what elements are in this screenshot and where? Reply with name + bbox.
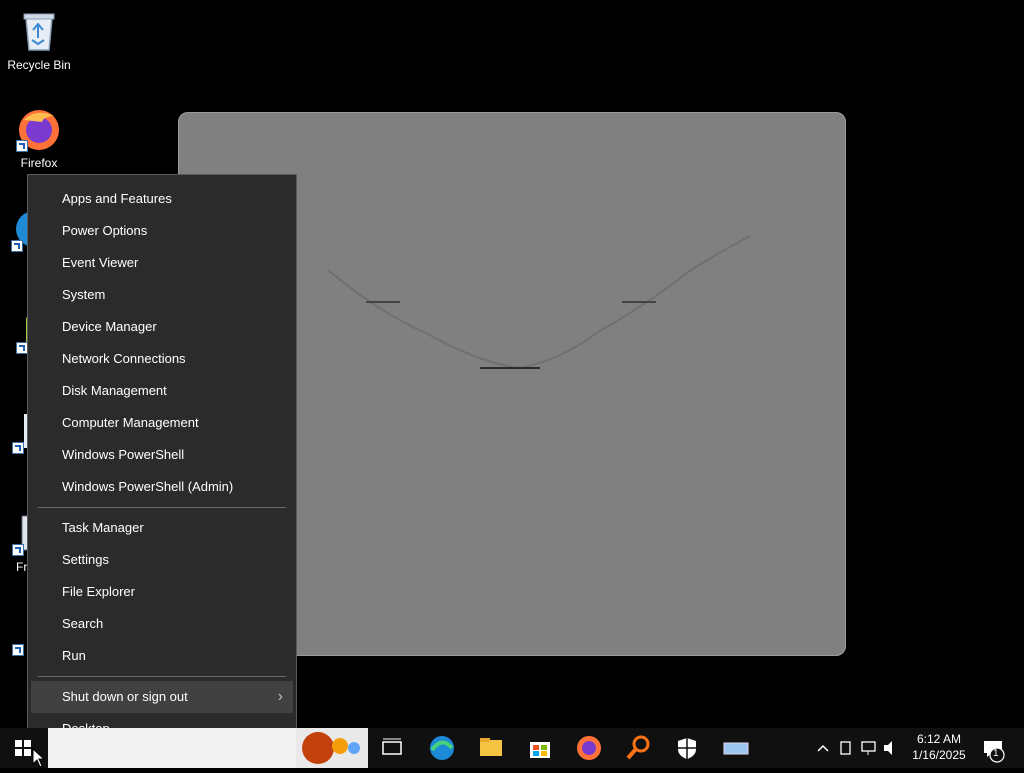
shortcut-arrow-icon [16,140,28,152]
mouse-cursor-icon [32,748,46,768]
shortcut-arrow-icon [11,240,23,252]
firefox-icon[interactable] [565,728,613,768]
notification-count-badge: 1 [993,748,999,759]
shortcut-arrow-icon [12,544,24,556]
menu-item-power-options[interactable]: Power Options [28,215,296,247]
security-shield-icon[interactable] [663,728,711,768]
magnifier-search-icon[interactable] [614,728,662,768]
file-explorer-icon[interactable] [467,728,515,768]
shortcut-arrow-icon [12,644,24,656]
menu-separator [38,676,286,677]
menu-item-task-manager[interactable]: Task Manager [28,512,296,544]
menu-item-run[interactable]: Run [28,640,296,672]
menu-item-powershell-admin[interactable]: Windows PowerShell (Admin) [28,471,296,503]
volume-icon [884,741,892,755]
search-highlight-icon[interactable] [296,728,368,768]
notification-center-button[interactable]: 1 [976,728,1024,768]
menu-item-disk-management[interactable]: Disk Management [28,375,296,407]
menu-item-apps-features[interactable]: Apps and Features [28,183,296,215]
menu-item-device-manager[interactable]: Device Manager [28,311,296,343]
network-icon [861,741,876,752]
system-tray [810,728,900,768]
taskbar-clock[interactable]: 6:12 AM 1/16/2025 [900,728,978,768]
desktop-icon-label: Firefox [20,156,58,170]
firefox-icon [16,106,62,152]
menu-item-shutdown[interactable]: Shut down or sign out › [31,681,293,713]
chevron-up-icon [817,744,829,752]
shortcut-arrow-icon [12,442,24,454]
menu-item-shutdown-label: Shut down or sign out [62,689,188,704]
menu-item-powershell[interactable]: Windows PowerShell [28,439,296,471]
menu-item-search[interactable]: Search [28,608,296,640]
menu-item-settings[interactable]: Settings [28,544,296,576]
notification-icon [984,741,1005,763]
keyboard-icon[interactable] [712,728,760,768]
menu-item-event-viewer[interactable]: Event Viewer [28,247,296,279]
edge-icon[interactable] [418,728,466,768]
menu-item-file-explorer[interactable]: File Explorer [28,576,296,608]
recycle-bin-icon [16,8,62,54]
desktop-icon-label: Recycle Bin [7,58,71,72]
desktop-icon-firefox[interactable]: Firefox [1,106,77,171]
task-view-icon[interactable] [368,728,416,768]
menu-item-system[interactable]: System [28,279,296,311]
winx-context-menu: Apps and Features Power Options Event Vi… [27,174,297,754]
clock-date: 1/16/2025 [912,748,966,762]
menu-item-computer-management[interactable]: Computer Management [28,407,296,439]
clock-time: 6:12 AM [916,732,962,746]
meet-now-icon [840,741,851,755]
menu-item-network-connections[interactable]: Network Connections [28,343,296,375]
desktop-icon-recycle-bin[interactable]: Recycle Bin [1,8,77,73]
chevron-right-icon: › [277,688,283,705]
store-icon[interactable] [516,728,564,768]
menu-separator [38,507,286,508]
taskbar: 6:12 AM 1/16/2025 1 [0,728,1024,768]
windows-logo-icon [15,740,31,756]
taskbar-search-box[interactable] [48,728,296,768]
